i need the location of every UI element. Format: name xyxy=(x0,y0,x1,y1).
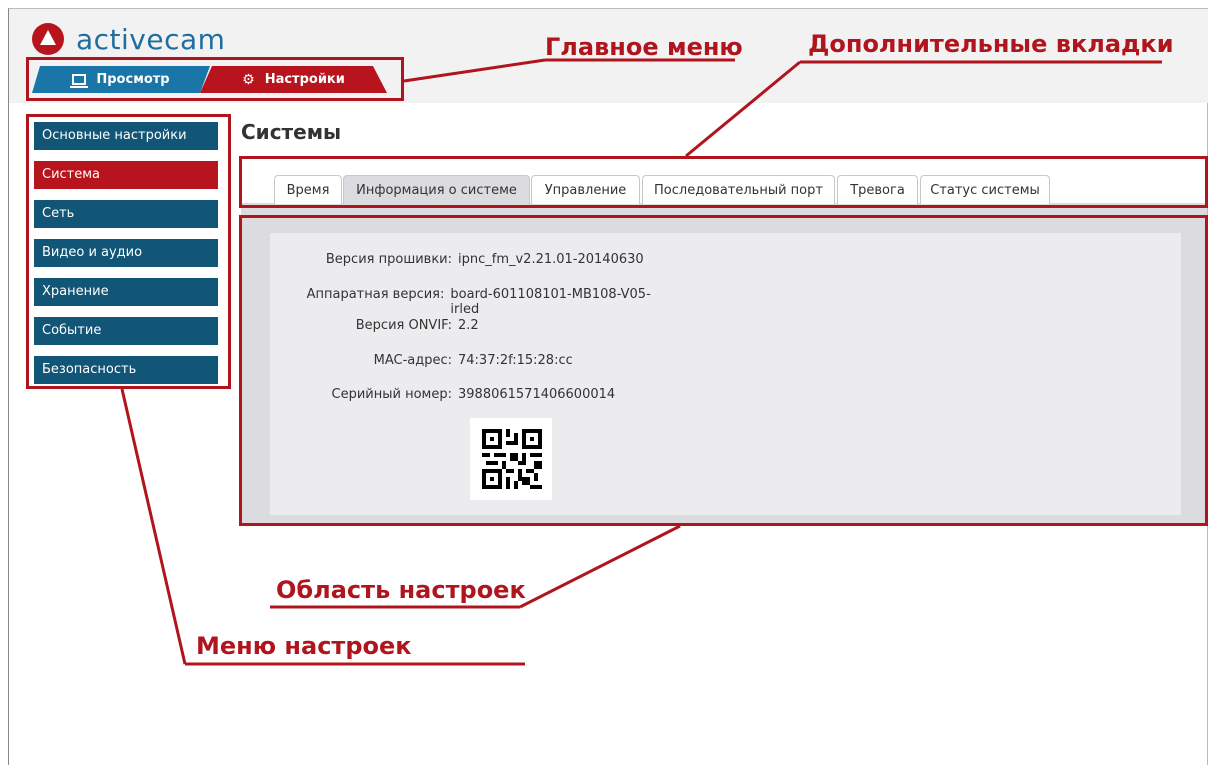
main-menu-pointer xyxy=(403,58,546,83)
annotation-settings-area: Область настроек xyxy=(276,576,526,604)
extra-tabs-pointer xyxy=(685,60,801,158)
settings-menu-pointer xyxy=(120,388,187,665)
annotation-settings-menu: Меню настроек xyxy=(196,632,412,660)
annotation-extra-tabs: Дополнительные вкладки xyxy=(808,30,1174,58)
annotation-main-menu: Главное меню xyxy=(545,33,743,61)
settings-area-pointer xyxy=(519,524,681,609)
annotation-lines xyxy=(120,58,1162,666)
